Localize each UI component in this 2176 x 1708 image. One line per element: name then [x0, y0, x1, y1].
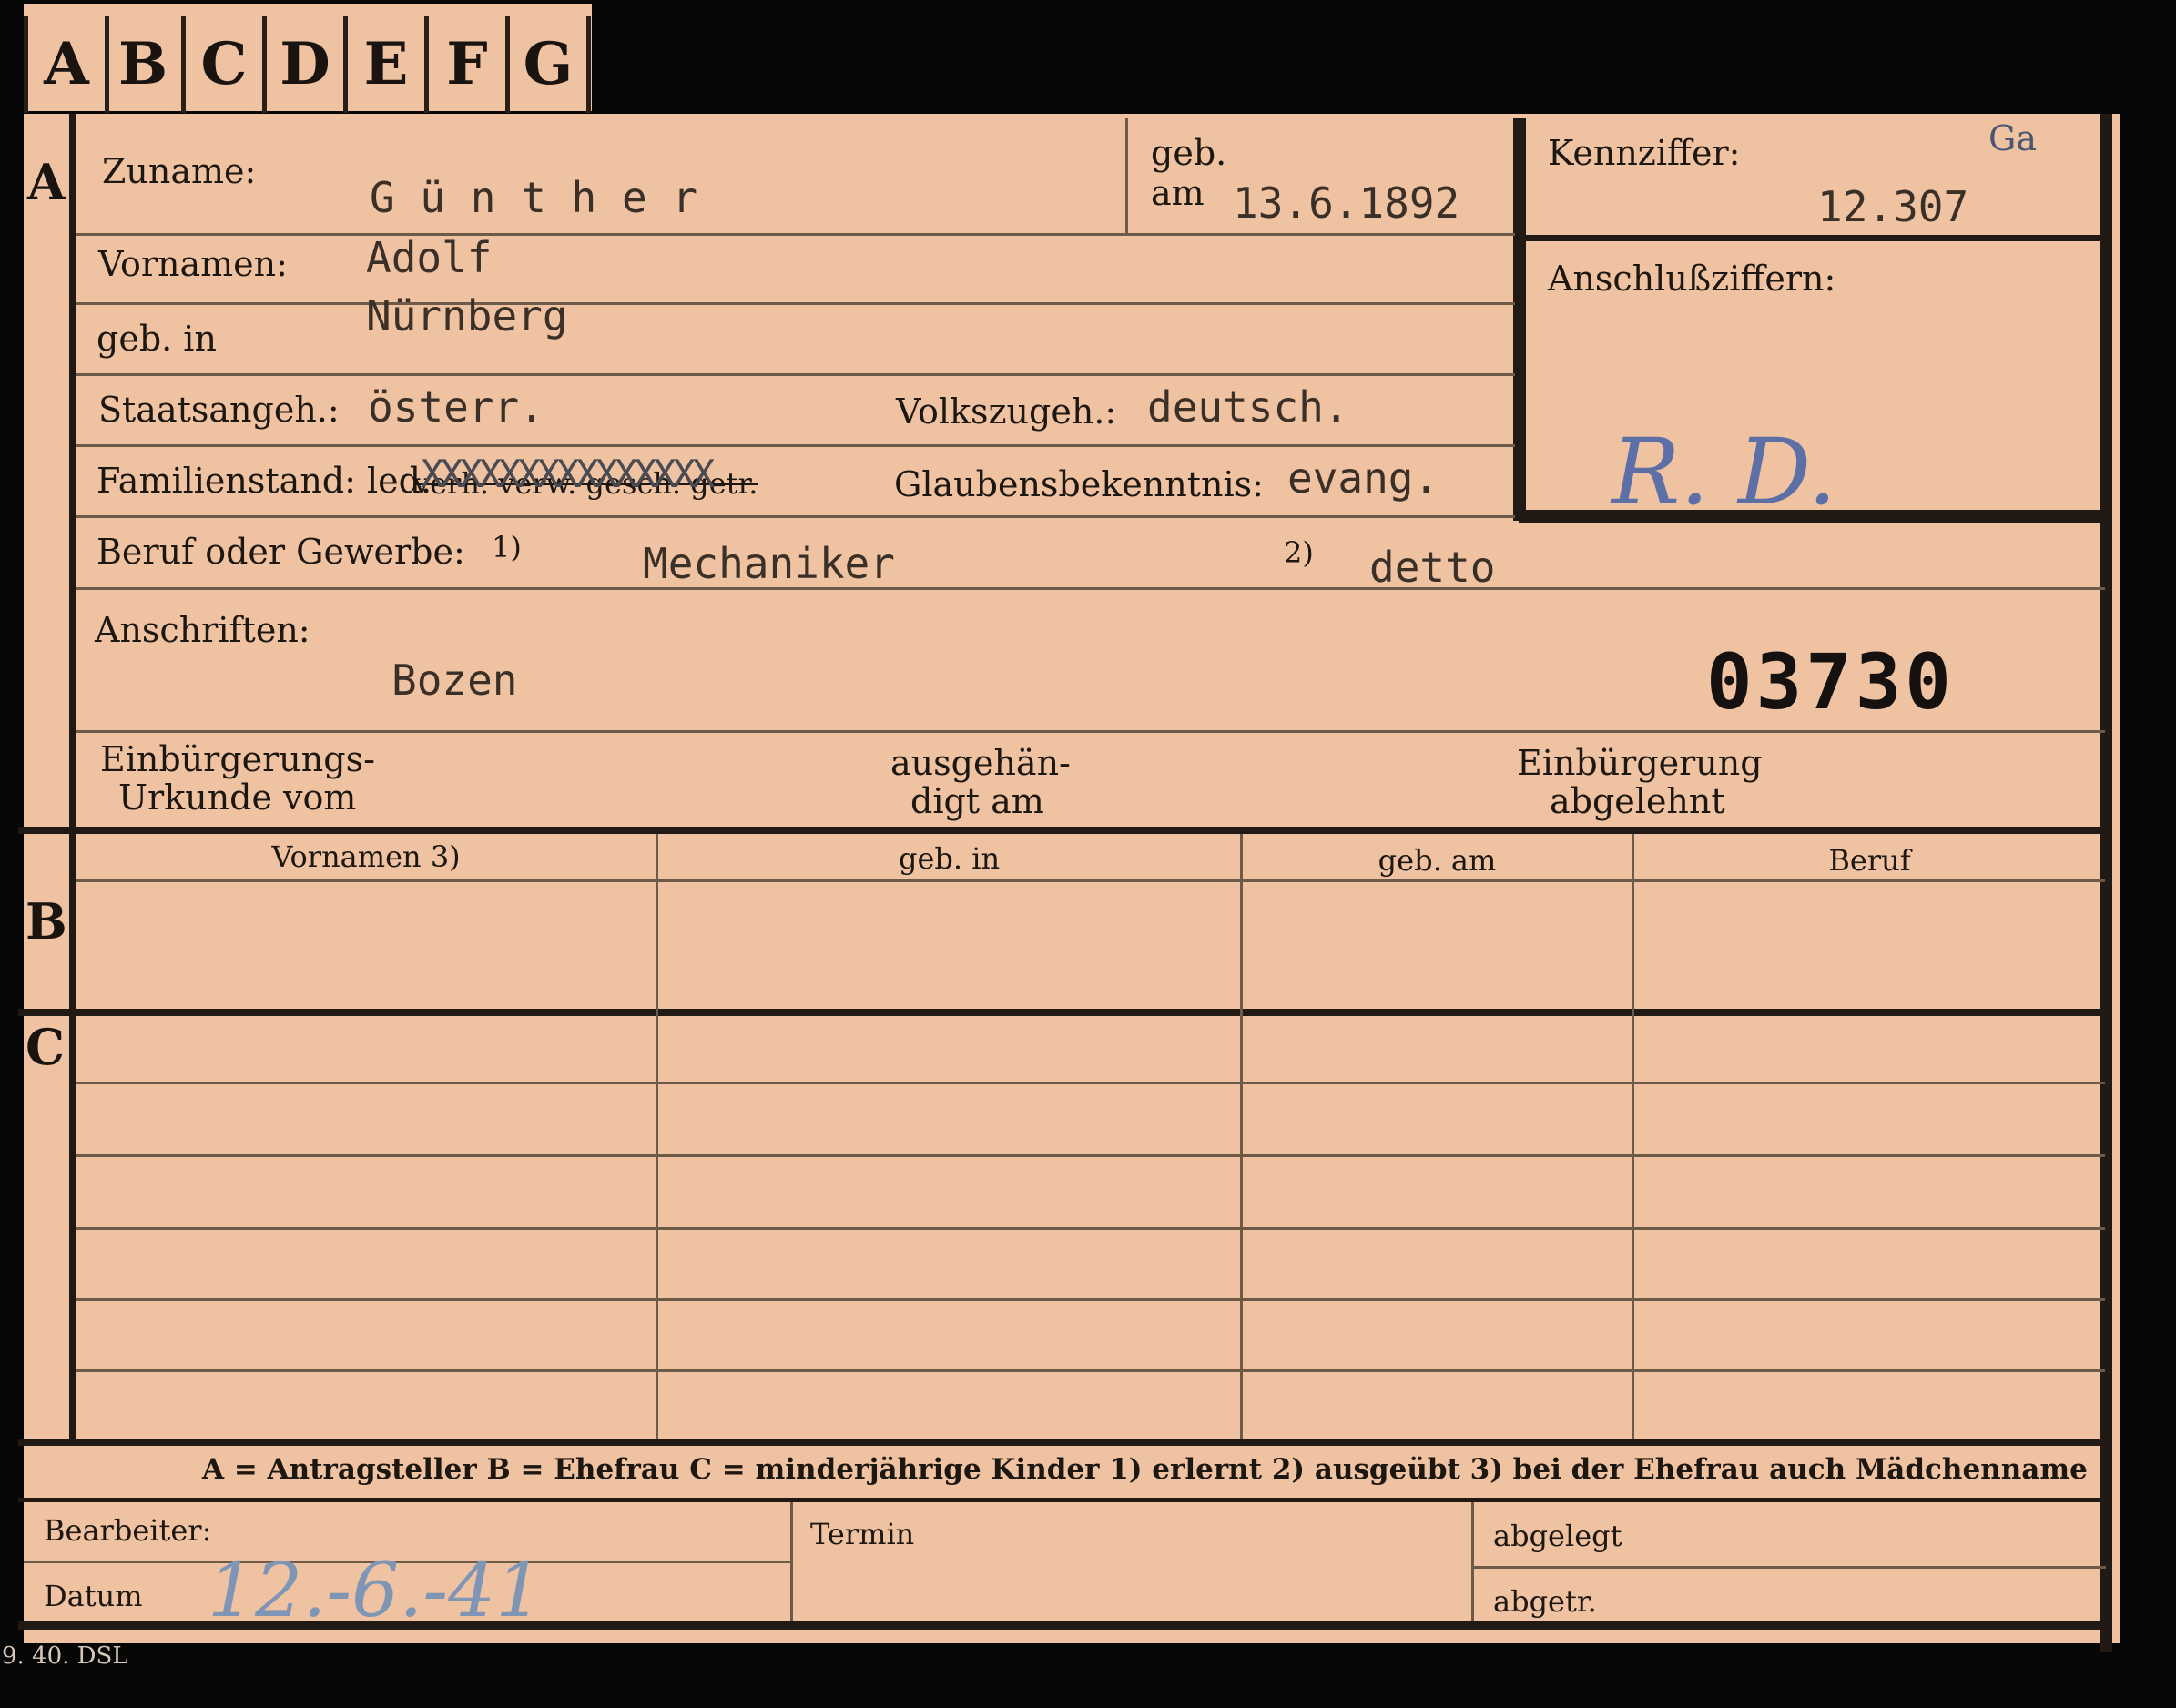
print-mark: 9. 40. DSL — [2, 1642, 128, 1670]
section-c-bottom — [18, 1439, 2109, 1446]
rule — [76, 587, 2105, 590]
rule — [76, 1227, 2105, 1230]
ausgehaendigt-label-1: ausgehän- — [890, 743, 1071, 783]
anschriften-label: Anschriften: — [95, 610, 310, 650]
rule — [790, 1502, 793, 1621]
einb-urkunde-label-2: Urkunde vom — [118, 778, 357, 818]
rule — [76, 730, 2105, 733]
beruf-label: Beruf oder Gewerbe: — [97, 532, 465, 572]
datum-label: Datum — [44, 1579, 143, 1613]
col-geb-am: geb. am — [1378, 843, 1497, 878]
datum-handwritten: 12.-6.-41 — [208, 1548, 544, 1634]
kennziffer-box-divider — [1519, 235, 2107, 241]
volkszugeh-label: Volkszugeh.: — [896, 391, 1117, 432]
staatsangeh-label: Staatsangeh.: — [98, 390, 340, 430]
einb-abgelehnt-label-2: abgelehnt — [1550, 781, 1725, 821]
kennziffer-value: 12.307 — [1817, 182, 1969, 231]
rule — [76, 515, 1515, 518]
rule — [76, 373, 1515, 376]
beruf-erlernt-value: Mechaniker — [643, 539, 895, 588]
kennziffer-label: Kennziffer: — [1548, 133, 1741, 173]
volkszugeh-value: deutsch. — [1147, 382, 1349, 432]
rule — [1125, 118, 1128, 233]
rule — [76, 1369, 2105, 1372]
abgetr-label: abgetr. — [1493, 1584, 1597, 1619]
tab-d[interactable]: D — [267, 16, 348, 113]
einb-urkunde-label-1: Einbürgerungs- — [100, 739, 375, 779]
footnote-2-marker: 2) — [1284, 535, 1314, 570]
left-rule — [69, 114, 76, 1439]
letter-tabs: A B C D E F G — [24, 4, 592, 113]
ausgehaendigt-label-2: digt am — [910, 781, 1044, 821]
rule — [1632, 834, 1634, 1439]
footnote-1-marker: 1) — [492, 530, 522, 564]
rule — [76, 1298, 2105, 1301]
rule — [76, 302, 1515, 305]
section-a-bottom — [18, 827, 2109, 834]
geb-label: geb. — [1151, 133, 1227, 173]
geb-in-label: geb. in — [97, 319, 217, 359]
vornamen-value: Adolf — [366, 233, 493, 282]
beruf-ausgeuebt-value: detto — [1369, 543, 1496, 592]
staatsangeh-value: österr. — [368, 382, 544, 432]
tab-f[interactable]: F — [429, 16, 510, 113]
termin-label: Termin — [810, 1517, 915, 1551]
strike-marks: XXXXXXXXXXXXXXX — [421, 452, 715, 496]
rule — [76, 233, 1515, 236]
right-rule — [2100, 114, 2112, 1652]
tab-a[interactable]: A — [24, 16, 109, 113]
anschrift-value: Bozen — [391, 656, 518, 705]
ga-mark: Ga — [1988, 118, 2038, 158]
registration-card — [24, 114, 2120, 1643]
col-beruf: Beruf — [1828, 843, 1911, 878]
legend-bottom — [18, 1498, 2109, 1502]
rule — [76, 444, 1515, 447]
section-c-marker: C — [25, 1018, 65, 1076]
rule — [1240, 834, 1243, 1439]
legend-text: A = Antragsteller B = Ehefrau C = minder… — [202, 1453, 2088, 1486]
col-vornamen: Vornamen 3) — [271, 839, 461, 874]
rule — [656, 834, 658, 1439]
einb-abgelehnt-label-1: Einbürgerung — [1517, 743, 1763, 783]
bearbeiter-label: Bearbeiter: — [44, 1513, 212, 1548]
rule — [1474, 1566, 2106, 1569]
geb-am-label: am — [1151, 173, 1205, 213]
zuname-label: Zuname: — [102, 151, 257, 191]
aktennummer-stamp: 03730 — [1706, 637, 1955, 727]
geb-datum-value: 13.6.1892 — [1233, 178, 1460, 228]
section-a-marker: A — [27, 153, 66, 211]
glaubensbekenntnis-label: Glaubensbekenntnis: — [894, 464, 1264, 504]
section-b-marker: B — [25, 892, 67, 951]
tab-e[interactable]: E — [348, 16, 429, 113]
rule — [76, 879, 2105, 882]
rule — [76, 1082, 2105, 1084]
col-geb-in: geb. in — [898, 841, 1001, 876]
familienstand-label: Familienstand: led. — [97, 461, 432, 501]
rule — [1471, 1502, 1474, 1621]
tab-b[interactable]: B — [105, 16, 186, 113]
vornamen-label: Vornamen: — [98, 244, 288, 284]
kennziffer-box-left — [1513, 118, 1526, 521]
initials-handwritten: R. D. — [1612, 419, 1837, 525]
section-b-bottom — [18, 1009, 2109, 1016]
zuname-value: G ü n t h e r — [370, 173, 698, 222]
rule — [76, 1154, 2105, 1157]
geburtsort-value: Nürnberg — [366, 291, 568, 341]
abgelegt-label: abgelegt — [1493, 1519, 1622, 1553]
glaube-value: evang. — [1287, 453, 1439, 503]
tab-g[interactable]: G — [510, 16, 591, 113]
tab-c[interactable]: C — [186, 16, 267, 113]
anschlussziffern-label: Anschlußziffern: — [1548, 259, 1836, 299]
